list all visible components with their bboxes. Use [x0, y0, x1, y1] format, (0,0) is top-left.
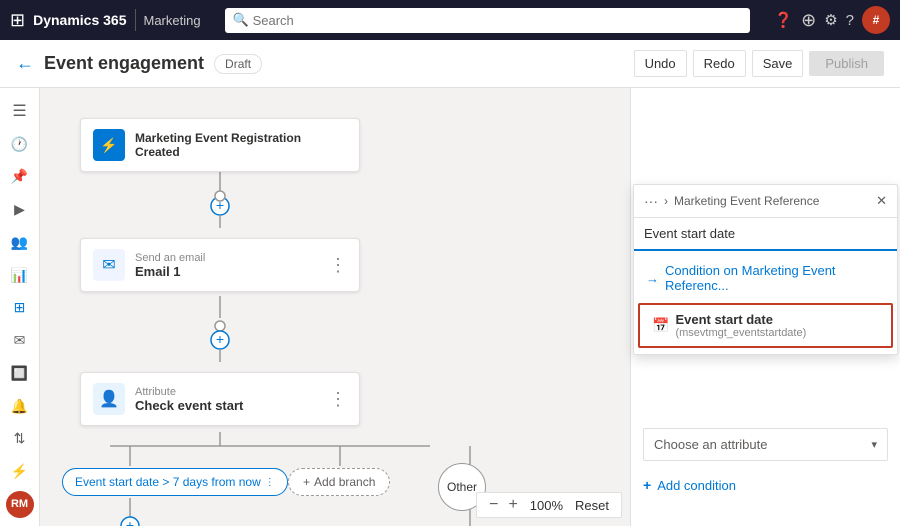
- svg-text:+: +: [216, 197, 224, 213]
- panel-selected-item[interactable]: 📅 Event start date (msevtmgt_eventstartd…: [638, 303, 893, 348]
- add-branch-button[interactable]: + Add branch: [288, 468, 390, 496]
- zoom-in-button[interactable]: +: [504, 496, 521, 514]
- sidebar-item-recent[interactable]: 🕐: [4, 129, 36, 160]
- sidebar-user-avatar[interactable]: RM: [6, 491, 34, 518]
- top-navigation: ⊞ Dynamics 365 Marketing 🔍 ❓ ⊕ ⚙ ? #: [0, 0, 900, 40]
- add-icon[interactable]: ⊕: [801, 10, 816, 31]
- selected-item-name: Event start date: [675, 312, 806, 327]
- back-button[interactable]: ←: [16, 53, 34, 74]
- email-node-title: Email 1: [135, 264, 319, 279]
- help-icon[interactable]: ❓: [774, 11, 793, 29]
- sidebar-item-contacts[interactable]: 👥: [4, 227, 36, 258]
- publish-button[interactable]: Publish: [809, 51, 884, 76]
- panel-link-label: Condition on Marketing Event Referenc...: [665, 263, 885, 293]
- question-icon[interactable]: ?: [846, 12, 854, 29]
- attribute-node[interactable]: 👤 Attribute Check event start ⋮: [80, 372, 360, 426]
- breadcrumb-label: Marketing Event Reference: [674, 194, 870, 208]
- settings-icon[interactable]: ⚙: [824, 11, 837, 29]
- email-node-menu[interactable]: ⋮: [329, 255, 347, 276]
- panel-close-button[interactable]: ✕: [876, 193, 887, 209]
- svg-text:+: +: [126, 517, 134, 526]
- trigger-node-title: Marketing Event Registration Created: [135, 131, 347, 159]
- apps-icon[interactable]: ⊞: [10, 10, 25, 31]
- zoom-controls: − + 100% Reset: [476, 492, 622, 518]
- user-avatar[interactable]: #: [862, 6, 890, 34]
- search-input[interactable]: [225, 8, 751, 33]
- other-branch-label: Other: [447, 480, 477, 494]
- panel-items-list: → Condition on Marketing Event Referenc.…: [634, 251, 897, 354]
- left-sidebar: ☰ 🕐 📌 ▶ 👥 📊 ⊞ ✉ 🔲 🔔 ⇅ ⚡ RM: [0, 88, 40, 526]
- zoom-level: 100%: [524, 498, 569, 513]
- selected-item-sub: (msevtmgt_eventstartdate): [675, 327, 806, 339]
- sidebar-item-triggers[interactable]: ⚡: [4, 456, 36, 487]
- panel-link-item[interactable]: → Condition on Marketing Event Referenc.…: [634, 255, 897, 301]
- redo-button[interactable]: Redo: [693, 50, 746, 77]
- sidebar-item-email[interactable]: ✉: [4, 325, 36, 356]
- sidebar-item-sync[interactable]: ⇅: [4, 424, 36, 455]
- attribute-select-dropdown[interactable]: Choose an attribute ▾: [643, 428, 888, 461]
- sidebar-item-pinned[interactable]: 📌: [4, 162, 36, 193]
- module-name: Marketing: [144, 13, 201, 28]
- page-title: Event engagement: [44, 53, 204, 74]
- save-button[interactable]: Save: [752, 50, 804, 77]
- draft-badge: Draft: [214, 54, 262, 74]
- sidebar-item-segments[interactable]: ⊞: [4, 293, 36, 324]
- email-node[interactable]: ✉ Send an email Email 1 ⋮: [80, 238, 360, 292]
- arrow-icon: →: [646, 271, 659, 286]
- attribute-node-label: Attribute: [135, 386, 319, 398]
- condition-branch[interactable]: Event start date > 7 days from now ⋮: [62, 468, 288, 496]
- svg-text:+: +: [216, 331, 224, 347]
- attribute-node-title: Check event start: [135, 398, 319, 413]
- condition-branch-chevron: ⋮: [265, 477, 275, 488]
- zoom-reset-button[interactable]: Reset: [571, 498, 613, 513]
- breadcrumb-separator: ›: [664, 194, 668, 208]
- add-branch-label: Add branch: [314, 475, 375, 489]
- trigger-node[interactable]: ⚡ Marketing Event Registration Created: [80, 118, 360, 172]
- sidebar-item-blocks[interactable]: 🔲: [4, 358, 36, 389]
- search-bar[interactable]: 🔍: [225, 8, 751, 33]
- page-header: ← Event engagement Draft Undo Redo Save …: [0, 40, 900, 88]
- chevron-down-icon: ▾: [871, 438, 877, 451]
- canvas-area: + + + +: [40, 88, 900, 526]
- attribute-node-menu[interactable]: ⋮: [329, 389, 347, 410]
- add-condition-icon: +: [643, 477, 651, 493]
- main-layout: ☰ 🕐 📌 ▶ 👥 📊 ⊞ ✉ 🔲 🔔 ⇅ ⚡ RM +: [0, 88, 900, 526]
- add-condition-button[interactable]: + Add condition: [643, 473, 888, 497]
- attribute-search-input[interactable]: [644, 226, 887, 241]
- sidebar-item-analytics[interactable]: 📊: [4, 260, 36, 291]
- sidebar-item-notifications[interactable]: 🔔: [4, 391, 36, 422]
- sidebar-item-menu[interactable]: ☰: [4, 96, 36, 127]
- panel-header: ··· › Marketing Event Reference ✕: [634, 185, 897, 218]
- email-node-label: Send an email: [135, 252, 319, 264]
- zoom-out-button[interactable]: −: [485, 496, 502, 514]
- attribute-dropdown-panel: ··· › Marketing Event Reference ✕ → Cond…: [633, 184, 898, 355]
- attribute-select-label: Choose an attribute: [654, 437, 767, 452]
- panel-more-icon[interactable]: ···: [644, 193, 658, 209]
- add-condition-label: Add condition: [657, 478, 736, 493]
- add-branch-icon: +: [303, 475, 310, 489]
- undo-button[interactable]: Undo: [634, 50, 687, 77]
- sidebar-item-play[interactable]: ▶: [4, 194, 36, 225]
- calendar-icon: 📅: [652, 317, 669, 334]
- brand-name: Dynamics 365: [33, 12, 126, 28]
- search-input-area: [634, 218, 897, 251]
- condition-branch-label: Event start date > 7 days from now: [75, 475, 261, 489]
